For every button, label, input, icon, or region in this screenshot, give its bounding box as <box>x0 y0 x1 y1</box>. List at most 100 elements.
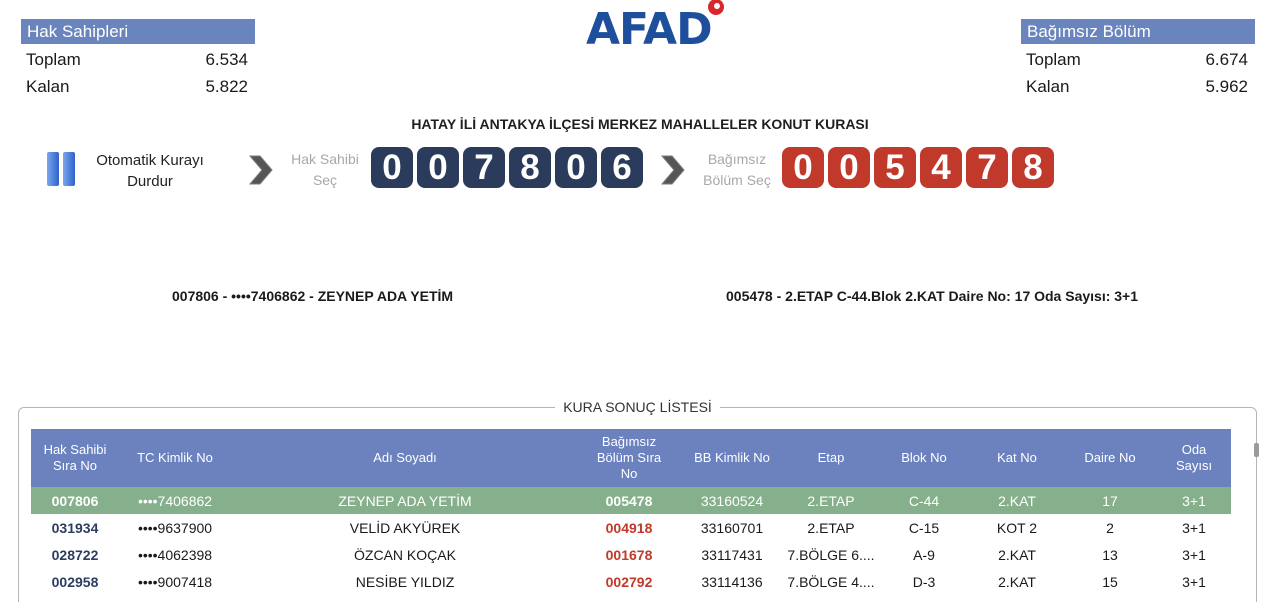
cell-apartment: 13 <box>1102 546 1118 563</box>
column-header[interactable]: Blok No <box>877 450 971 466</box>
table-row[interactable]: 028722 ••••4062398 ÖZCAN KOÇAK 001678 33… <box>31 541 1231 568</box>
cell-unit-no: 002792 <box>605 573 653 590</box>
pause-button-label[interactable]: Otomatik Kurayı Durdur <box>90 150 210 192</box>
header-line: Bağımsız <box>601 434 657 449</box>
cell-block: D-3 <box>912 573 936 590</box>
afad-logo: AFAD <box>586 0 726 55</box>
units-total-label: Toplam <box>1026 50 1081 69</box>
cell-owner-no: 002958 <box>51 573 99 590</box>
chevron-right-icon <box>658 152 686 188</box>
select-owner-button[interactable]: Hak Sahibi Seç <box>283 149 367 191</box>
unit-digit: 0 <box>782 147 824 188</box>
cell-floor: KOT 2 <box>996 519 1038 536</box>
column-header[interactable]: TC Kimlik No <box>119 450 231 466</box>
results-panel: KURA SONUÇ LİSTESİ Hak Sahibi Sıra No TC … <box>18 399 1259 602</box>
cell-bb-id: 33117431 <box>701 546 763 563</box>
owners-total-label: Toplam <box>26 50 81 69</box>
units-remaining-value: 5.962 <box>1205 77 1248 96</box>
owner-number-display: 0 0 7 8 0 6 <box>371 147 643 188</box>
unit-digit: 8 <box>1012 147 1054 188</box>
cell-unit-no: 001678 <box>605 546 653 563</box>
cell-floor: 2.KAT <box>998 546 1036 563</box>
header-line: TC Kimlik No <box>137 450 213 465</box>
units-total-row: Toplam 6.674 <box>1021 46 1255 73</box>
cell-name: VELİD AKYÜREK <box>349 519 461 536</box>
column-header[interactable]: Daire No <box>1063 450 1157 466</box>
column-header[interactable]: Hak Sahibi Sıra No <box>31 442 119 474</box>
selected-unit-result: 005478 - 2.ETAP C-44.Blok 2.KAT Daire No… <box>726 288 1139 304</box>
column-header[interactable]: Etap <box>785 450 877 466</box>
scroll-thumb[interactable] <box>1254 443 1259 457</box>
cell-floor: 2.KAT <box>998 492 1036 509</box>
unit-digit: 5 <box>874 147 916 188</box>
flag-icon <box>708 0 724 15</box>
table-row[interactable]: 007806 ••••7406862 ZEYNEP ADA YETİM 0054… <box>31 487 1231 514</box>
header-line: Blok No <box>901 450 947 465</box>
cell-apartment: 15 <box>1102 573 1118 590</box>
cell-rooms: 3+1 <box>1182 519 1206 536</box>
cell-tc-no: ••••4062398 <box>137 546 213 563</box>
cell-bb-id: 33160701 <box>700 519 764 536</box>
column-header[interactable]: Adı Soyadı <box>231 450 579 466</box>
owners-remaining-row: Kalan 5.822 <box>21 73 255 100</box>
header-line: Sıra No <box>52 458 98 473</box>
cell-floor: 2.KAT <box>998 573 1036 590</box>
cell-etap: 2.ETAP <box>807 519 855 536</box>
cell-name: NESİBE YILDIZ <box>355 573 455 590</box>
logo-text: AFAD <box>586 4 713 55</box>
select-owner-line1: Hak Sahibi <box>291 151 359 167</box>
unit-digit: 0 <box>828 147 870 188</box>
results-scrollbar[interactable] <box>1252 429 1262 602</box>
owners-total-value: 6.534 <box>205 50 248 69</box>
table-row[interactable]: 002958 ••••9007418 NESİBE YILDIZ 002792 … <box>31 568 1231 595</box>
table-row[interactable]: 031934 ••••9637900 VELİD AKYÜREK 004918 … <box>31 514 1231 541</box>
selected-owner-result: 007806 - ••••7406862 - ZEYNEP ADA YETİM <box>172 288 454 304</box>
units-stats-title: Bağımsız Bölüm <box>1021 19 1255 44</box>
cell-block: C-15 <box>908 519 940 536</box>
owner-digit: 8 <box>509 147 551 188</box>
header-line: Oda <box>1181 442 1207 457</box>
header-line: Bölüm Sıra <box>596 450 662 465</box>
column-header[interactable]: Kat No <box>971 450 1063 466</box>
owner-digit: 7 <box>463 147 505 188</box>
owners-remaining-label: Kalan <box>26 77 70 96</box>
cell-owner-no: 028722 <box>51 546 99 563</box>
cell-apartment: 2 <box>1106 519 1114 536</box>
cell-rooms: 3+1 <box>1182 492 1206 509</box>
cell-name: ÖZCAN KOÇAK <box>354 546 456 563</box>
pause-label-line1: Otomatik Kurayı <box>96 152 204 169</box>
select-owner-line2: Seç <box>312 172 338 188</box>
units-stats-box: Bağımsız Bölüm Toplam 6.674 Kalan 5.962 <box>1021 19 1255 100</box>
chevron-right-icon <box>246 152 274 188</box>
units-total-value: 6.674 <box>1205 50 1248 69</box>
header-line: Sayısı <box>1175 458 1213 473</box>
header-line: Kat No <box>997 450 1037 465</box>
column-header[interactable]: Oda Sayısı <box>1157 442 1231 474</box>
column-header[interactable]: BB Kimlik No <box>679 450 785 466</box>
cell-etap: 2.ETAP <box>807 492 855 509</box>
column-header[interactable]: Bağımsız Bölüm Sıra No <box>579 434 679 482</box>
select-unit-button[interactable]: Bağımsız Bölüm Seç <box>695 149 779 191</box>
unit-digit: 4 <box>920 147 962 188</box>
owner-digit: 0 <box>555 147 597 188</box>
unit-digit: 7 <box>966 147 1008 188</box>
pause-icon <box>47 152 59 186</box>
pause-button[interactable] <box>45 152 79 186</box>
cell-block: C-44 <box>908 492 940 509</box>
header-line: Etap <box>817 450 845 465</box>
cell-name: ZEYNEP ADA YETİM <box>338 492 472 509</box>
cell-rooms: 3+1 <box>1182 546 1206 563</box>
cell-block: A-9 <box>913 546 935 563</box>
owners-total-row: Toplam 6.534 <box>21 46 255 73</box>
header-line: Hak Sahibi <box>43 442 107 457</box>
cell-bb-id: 33114136 <box>701 573 763 590</box>
unit-number-display: 0 0 5 4 7 8 <box>782 147 1054 188</box>
header-line: Daire No <box>1084 450 1136 465</box>
pause-icon-bar <box>63 152 75 186</box>
cell-unit-no: 005478 <box>605 492 653 509</box>
cell-tc-no: ••••7406862 <box>137 492 213 509</box>
results-panel-title: KURA SONUÇ LİSTESİ <box>555 399 720 415</box>
units-remaining-label: Kalan <box>1026 77 1070 96</box>
owner-digit: 6 <box>601 147 643 188</box>
cell-owner-no: 007806 <box>51 492 99 509</box>
